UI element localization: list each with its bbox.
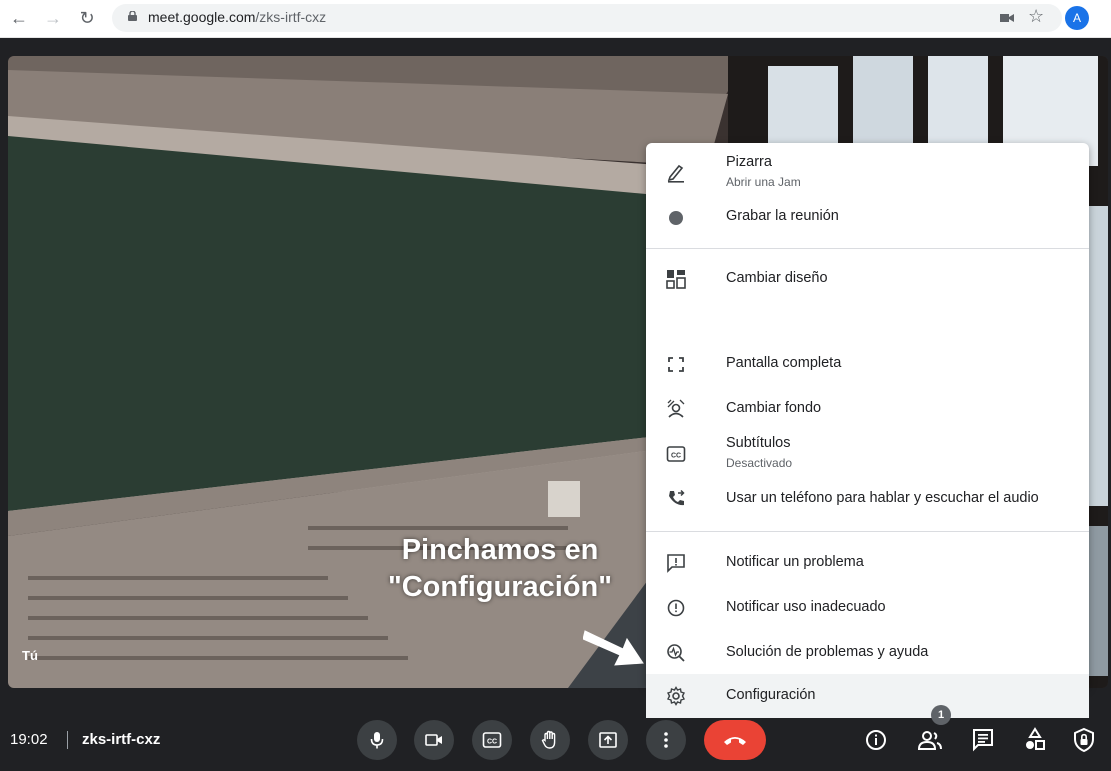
menu-item-notificar-uso[interactable]: Notificar uso inadecuado <box>646 586 1089 630</box>
menu-item-label: Solución de problemas y ayuda <box>726 644 929 660</box>
menu-item-notificar-problema[interactable]: Notificar un problema <box>646 541 1089 585</box>
menu-item-solucion-problemas[interactable]: Solución de problemas y ayuda <box>646 631 1089 675</box>
raise-hand-button[interactable] <box>530 720 570 760</box>
phone-forward-icon <box>669 489 685 506</box>
menu-item-sublabel: Abrir una Jam <box>726 175 801 189</box>
meeting-time: 19:02 <box>10 731 48 748</box>
url-text: meet.google.com/zks-irtf-cxz <box>148 9 326 25</box>
menu-item-usar-telefono[interactable]: Usar un teléfono para hablar y escuchar … <box>646 477 1089 521</box>
meet-window: Tú Pinchamos en "Configuración" Pizarra … <box>0 38 1111 771</box>
more-options-button[interactable] <box>646 720 686 760</box>
present-screen-icon <box>599 732 617 748</box>
captions-button[interactable]: CC <box>472 720 512 760</box>
bookmark-star-icon[interactable]: ☆ <box>1028 6 1044 27</box>
video-camera-icon <box>425 734 442 746</box>
menu-item-cambiar-fondo[interactable]: Cambiar fondo <box>646 387 1089 431</box>
url-path: /zks-irtf-cxz <box>255 9 327 25</box>
leave-call-button[interactable] <box>704 720 766 760</box>
menu-divider <box>646 531 1089 532</box>
participants-count-badge: 1 <box>931 705 951 725</box>
menu-item-pizarra[interactable]: Pizarra Abrir una Jam <box>646 151 1089 195</box>
annotation-arrow-icon <box>583 630 644 666</box>
details-separator <box>67 731 68 749</box>
tutorial-annotation: Pinchamos en "Configuración" <box>350 532 650 606</box>
host-controls-icon[interactable] <box>1070 726 1098 754</box>
camera-button[interactable] <box>414 720 454 760</box>
more-vert-icon <box>664 732 668 748</box>
background-icon <box>667 399 685 418</box>
record-dot-icon <box>669 211 683 225</box>
menu-item-label: Pizarra <box>726 154 772 170</box>
menu-item-label: Grabar la reunión <box>726 208 839 224</box>
menu-item-sublabel: Desactivado <box>726 456 793 470</box>
menu-item-label: Notificar uso inadecuado <box>726 599 886 615</box>
captions-icon: CC <box>482 732 502 748</box>
menu-item-grabar[interactable]: Grabar la reunión <box>646 195 1089 239</box>
fullscreen-icon <box>668 357 684 372</box>
menu-item-label: Cambiar fondo <box>726 400 822 416</box>
meeting-code: zks-irtf-cxz <box>82 731 161 748</box>
profile-avatar[interactable]: A <box>1065 6 1089 30</box>
annotation-line-2: "Configuración" <box>387 571 613 603</box>
url-host: meet.google.com <box>148 9 256 25</box>
microphone-icon <box>370 732 384 749</box>
svg-text:CC: CC <box>671 453 681 460</box>
menu-item-label: Notificar un problema <box>726 554 864 570</box>
meeting-details-icon[interactable] <box>862 726 890 754</box>
annotation-line-1: Pinchamos en <box>401 534 599 566</box>
menu-item-label: Subtítulos <box>726 435 791 451</box>
captions-icon: CC <box>666 446 686 462</box>
menu-item-label: Usar un teléfono para hablar y escuchar … <box>726 490 1039 506</box>
camera-in-use-icon[interactable] <box>1000 12 1014 24</box>
pencil-icon <box>667 164 684 183</box>
menu-item-pantalla-completa[interactable]: Pantalla completa <box>646 342 1089 386</box>
menu-item-label: Pantalla completa <box>726 355 842 371</box>
hang-up-icon <box>724 737 746 745</box>
report-abuse-icon <box>667 599 685 617</box>
activities-icon[interactable] <box>1021 726 1049 754</box>
layout-icon <box>666 270 686 289</box>
browser-toolbar: ← → ↻ meet.google.com/zks-irtf-cxz ☆ A <box>0 0 1111 38</box>
present-now-button[interactable] <box>588 720 628 760</box>
microphone-button[interactable] <box>357 720 397 760</box>
report-problem-icon <box>667 554 685 573</box>
back-arrow-icon[interactable]: ← <box>8 7 30 29</box>
troubleshoot-icon <box>667 644 685 662</box>
meeting-control-bar: 19:02 zks-irtf-cxz CC <box>0 688 1111 771</box>
forward-arrow-icon[interactable]: → <box>42 7 64 29</box>
more-options-menu: Pizarra Abrir una Jam Grabar la reunión … <box>646 143 1089 718</box>
menu-item-subtitulos[interactable]: CC Subtítulos Desactivado <box>646 432 1089 476</box>
lock-icon <box>128 11 137 21</box>
menu-item-cambiar-diseno[interactable]: Cambiar diseño <box>646 257 1089 301</box>
self-video-label: Tú <box>22 648 38 663</box>
reload-icon[interactable]: ↻ <box>76 7 98 29</box>
participants-icon[interactable] <box>916 726 944 754</box>
menu-divider <box>646 248 1089 249</box>
raise-hand-icon <box>541 730 556 749</box>
svg-text:CC: CC <box>487 739 497 746</box>
chat-icon[interactable] <box>969 726 997 754</box>
menu-item-label: Cambiar diseño <box>726 270 828 286</box>
